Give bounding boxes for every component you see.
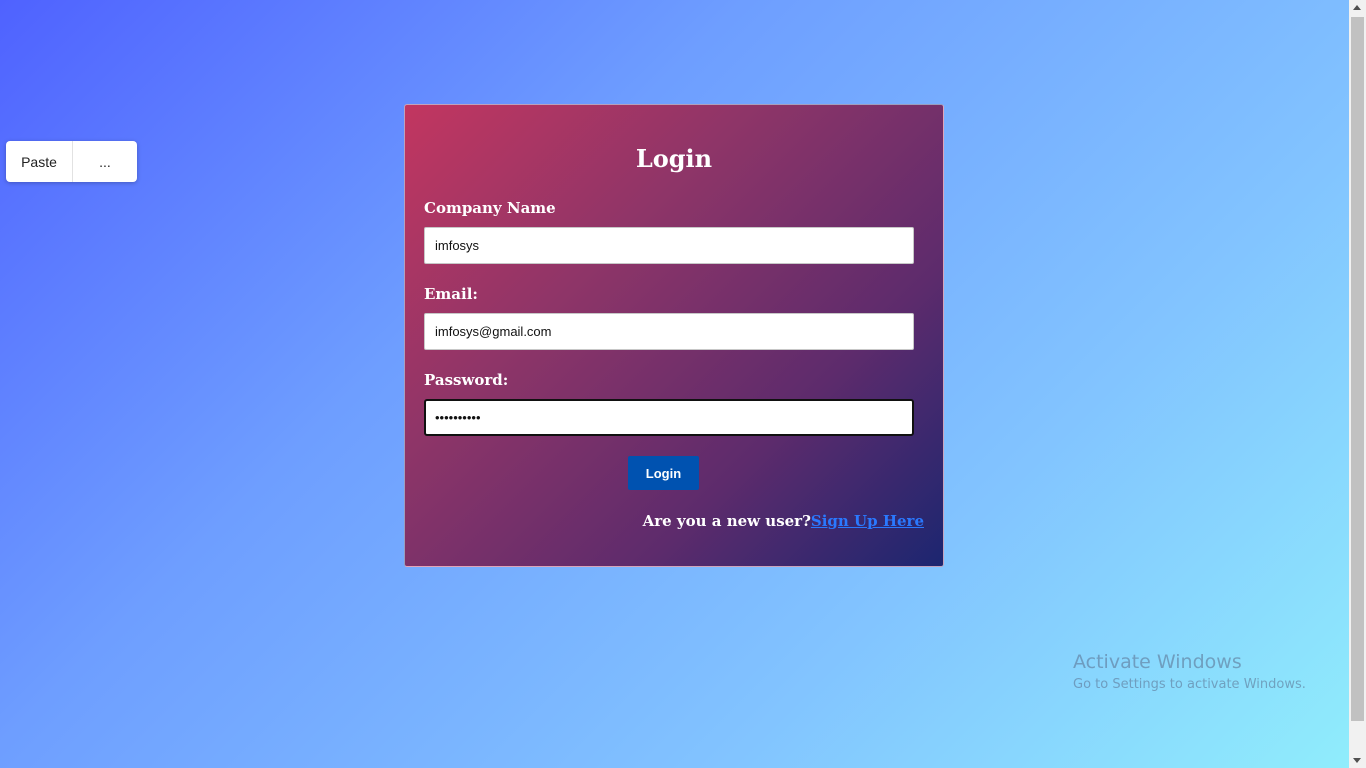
paste-button[interactable]: Paste [6, 141, 73, 182]
scrollbar-thumb[interactable] [1351, 17, 1364, 721]
email-label: Email: [424, 285, 478, 303]
company-name-input[interactable] [424, 227, 914, 264]
activate-windows-subtitle: Go to Settings to activate Windows. [1073, 677, 1306, 692]
vertical-scrollbar[interactable] [1349, 0, 1366, 768]
new-user-text: Are you a new user? [642, 512, 811, 530]
company-name-label: Company Name [424, 199, 556, 217]
activate-windows-title: Activate Windows [1073, 651, 1242, 673]
signup-prompt: Are you a new user?Sign Up Here [424, 512, 924, 530]
password-input[interactable] [424, 399, 914, 436]
scroll-up-icon[interactable] [1353, 5, 1361, 10]
scroll-down-icon[interactable] [1353, 758, 1361, 763]
paste-context-popup: Paste ... [6, 141, 137, 182]
password-label: Password: [424, 371, 509, 389]
email-input[interactable] [424, 313, 914, 350]
more-options-button[interactable]: ... [73, 141, 137, 182]
sign-up-link[interactable]: Sign Up Here [811, 512, 924, 530]
login-button[interactable]: Login [628, 456, 699, 490]
activate-windows-watermark: Activate Windows Go to Settings to activ… [1073, 650, 1306, 696]
login-title: Login [635, 144, 713, 173]
